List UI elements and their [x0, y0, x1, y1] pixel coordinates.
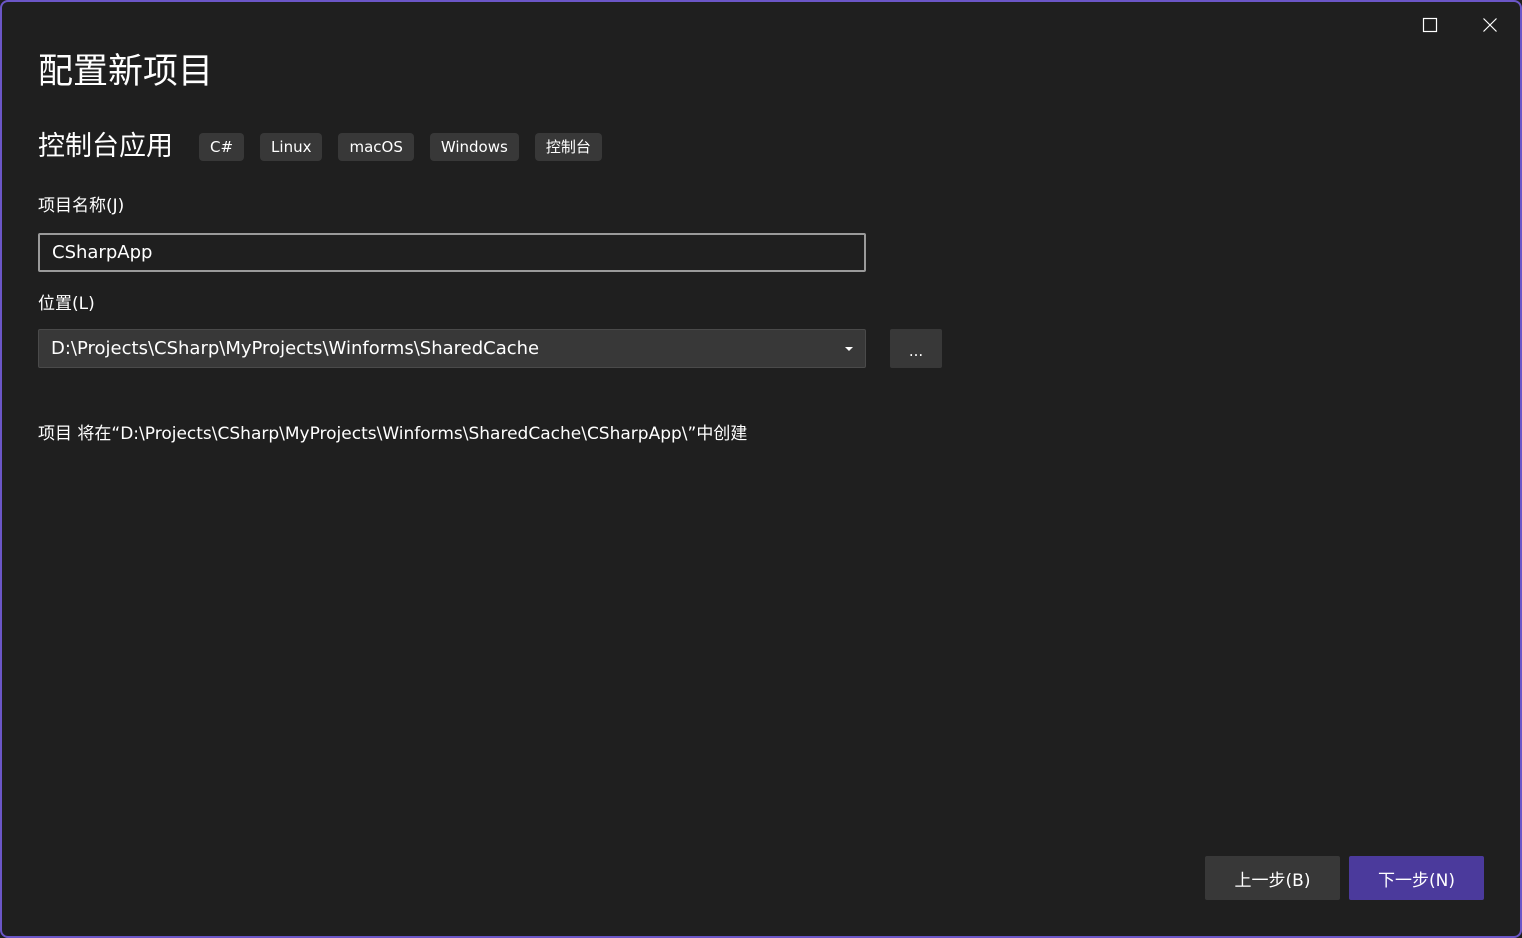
project-name-input[interactable]: [38, 233, 866, 272]
tag-macos: macOS: [338, 133, 414, 161]
close-icon: [1483, 18, 1497, 32]
configure-project-dialog: 配置新项目 控制台应用 C# Linux macOS Windows 控制台 项…: [0, 0, 1522, 938]
location-value: D:\Projects\CSharp\MyProjects\Winforms\S…: [51, 338, 540, 359]
next-button[interactable]: 下一步(N): [1349, 856, 1484, 900]
close-button[interactable]: [1460, 2, 1520, 48]
tag-console: 控制台: [534, 133, 602, 161]
location-label: 位置(L): [38, 294, 95, 314]
tag-csharp: C#: [199, 133, 245, 161]
project-name-label: 项目名称(J): [38, 196, 125, 216]
page-title: 配置新项目: [38, 52, 214, 92]
maximize-icon: [1422, 17, 1438, 33]
browse-button[interactable]: ...: [890, 329, 942, 368]
project-path-info: 项目 将在“D:\Projects\CSharp\MyProjects\Winf…: [38, 424, 748, 444]
tag-windows: Windows: [429, 133, 519, 161]
location-combobox[interactable]: D:\Projects\CSharp\MyProjects\Winforms\S…: [38, 329, 866, 368]
template-info: 控制台应用 C# Linux macOS Windows 控制台: [38, 126, 618, 168]
tag-linux: Linux: [260, 133, 323, 161]
chevron-down-icon[interactable]: [845, 346, 853, 351]
template-name: 控制台应用: [38, 131, 173, 162]
back-button[interactable]: 上一步(B): [1205, 856, 1340, 900]
maximize-button[interactable]: [1400, 2, 1460, 48]
window-controls: [1400, 2, 1520, 48]
